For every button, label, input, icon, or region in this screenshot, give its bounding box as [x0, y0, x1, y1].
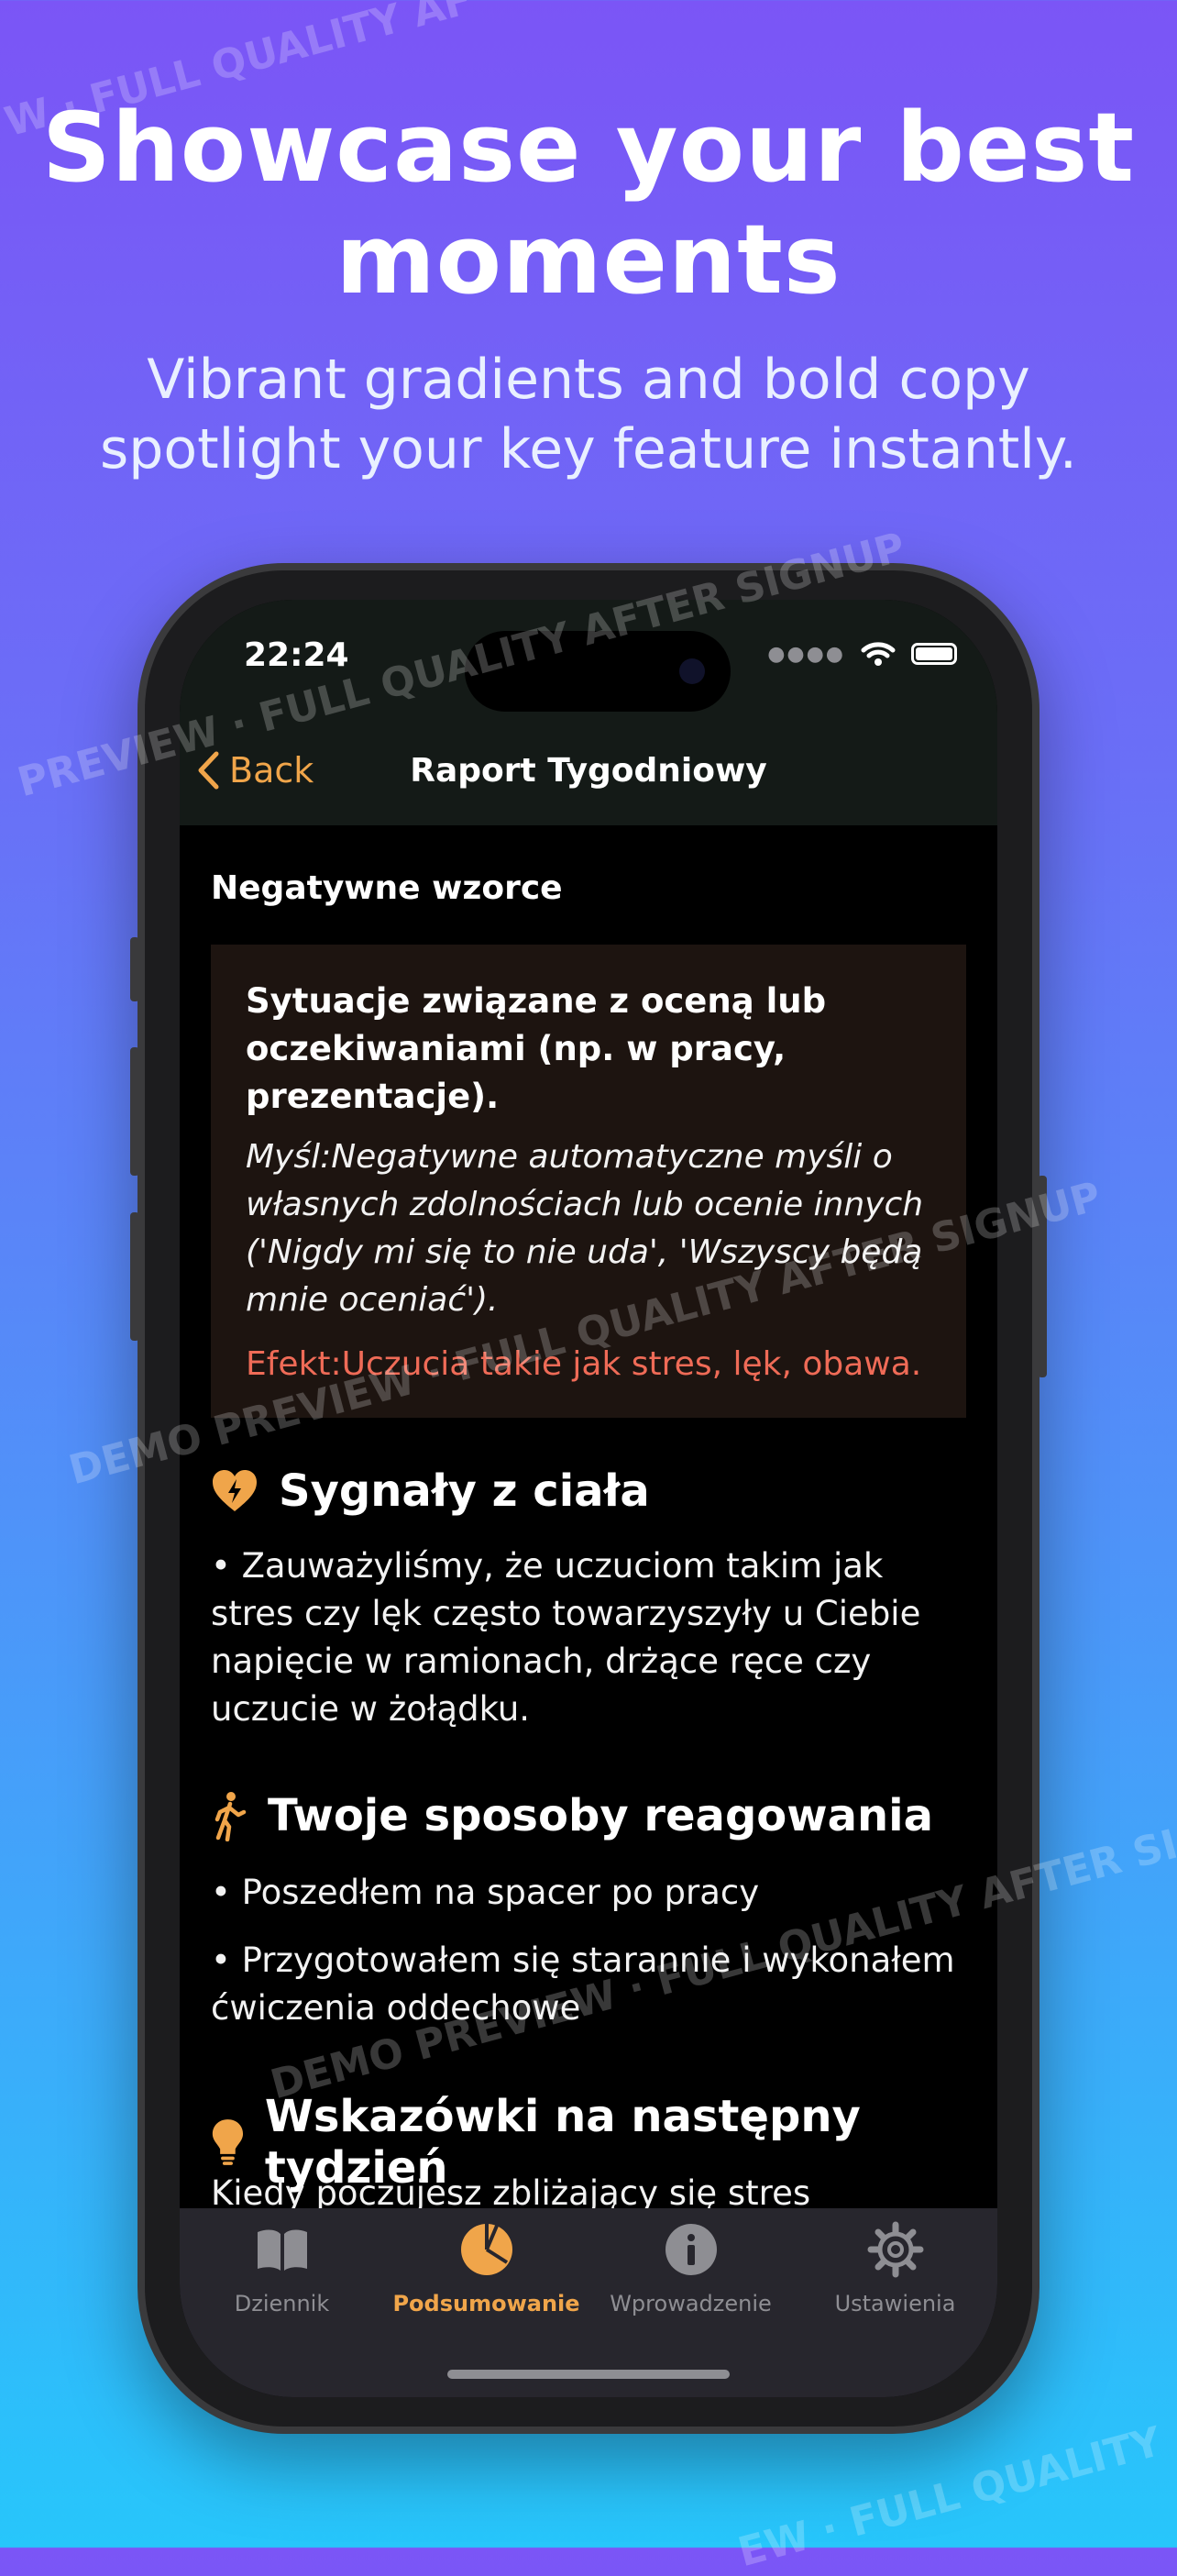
walking-icon: [214, 1792, 247, 1841]
signal-icon: ●●●●: [767, 642, 845, 666]
tab-podsumowanie[interactable]: Podsumowanie: [384, 2221, 588, 2316]
tab-ustawienia[interactable]: Ustawienia: [793, 2221, 997, 2316]
status-time: 22:24: [244, 636, 349, 674]
negative-pattern-card: Sytuacje związane z oceną lub oczekiwani…: [211, 945, 966, 1418]
side-button: [130, 937, 139, 1001]
watermark-text: EW · FULL QUALITY: [733, 2418, 1167, 2576]
dynamic-island: [465, 631, 731, 712]
tips-text: Kiedy poczujesz zbliżający się stres zwi…: [211, 2173, 811, 2208]
navigation-bar: Back Raport Tygodniowy: [180, 715, 997, 825]
tab-label: Podsumowanie: [392, 2291, 580, 2316]
report-content[interactable]: Negatywne wzorce Sytuacje związane z oce…: [180, 825, 997, 2208]
body-signals-heading: Sygnały z ciała: [211, 1465, 650, 1517]
tab-wprowadzenie[interactable]: Wprowadzenie: [588, 2221, 793, 2316]
promo-headline: Showcase your best moments: [41, 92, 1136, 315]
phone-frame: 22:24 ●●●● Back Raport Tygodniowy Negaty…: [130, 563, 1047, 2434]
status-bar: 22:24 ●●●●: [180, 600, 997, 715]
pattern-situation: Sytuacje związane z oceną lub oczekiwani…: [246, 981, 827, 1116]
promo-subline: Vibrant gradients and bold copy spotligh…: [100, 348, 1077, 481]
lightbulb-icon: [212, 2119, 244, 2165]
tab-label: Dziennik: [234, 2291, 330, 2316]
body-signals-text: • Zauważyliśmy, że uczuciom takim jak st…: [211, 1546, 921, 1729]
tab-label: Wprowadzenie: [610, 2291, 772, 2316]
info-icon: [665, 2224, 717, 2275]
coping-heading: Twoje sposoby reagowania: [211, 1790, 933, 1841]
page-title: Raport Tygodniowy: [410, 752, 767, 790]
pattern-effect: Efekt:Uczucia takie jak stres, lęk, obaw…: [246, 1345, 922, 1383]
heart-bolt-icon: [213, 1470, 257, 1511]
negative-patterns-title: Negatywne wzorce: [211, 869, 563, 907]
home-indicator: [447, 2370, 730, 2379]
coping-title: Twoje sposoby reagowania: [268, 1790, 934, 1841]
body-signals-title: Sygnały z ciała: [279, 1465, 650, 1517]
book-icon: [257, 2229, 307, 2271]
pie-chart-icon: [460, 2224, 512, 2275]
coping-item-1: • Poszedłem na spacer po pracy: [211, 1873, 760, 1912]
volume-down-button: [130, 1212, 139, 1341]
pattern-thought: Myśl:Negatywne automatyczne myśli o włas…: [246, 1138, 924, 1319]
tab-dziennik[interactable]: Dziennik: [180, 2221, 384, 2316]
gear-icon: [867, 2221, 923, 2278]
coping-item-2: • Przygotowałem się starannie i wykonałe…: [211, 1940, 955, 2028]
power-button: [1038, 1176, 1047, 1377]
tab-label: Ustawienia: [834, 2291, 956, 2316]
battery-icon: [911, 643, 957, 665]
wifi-icon: [861, 642, 896, 666]
status-icons: ●●●●: [767, 640, 957, 668]
volume-up-button: [130, 1047, 139, 1176]
camera-icon: [679, 658, 705, 684]
tab-bar: Dziennik Podsumowanie Wprowadzenie Ustaw…: [180, 2208, 997, 2397]
app-screen: 22:24 ●●●● Back Raport Tygodniowy Negaty…: [180, 600, 997, 2397]
